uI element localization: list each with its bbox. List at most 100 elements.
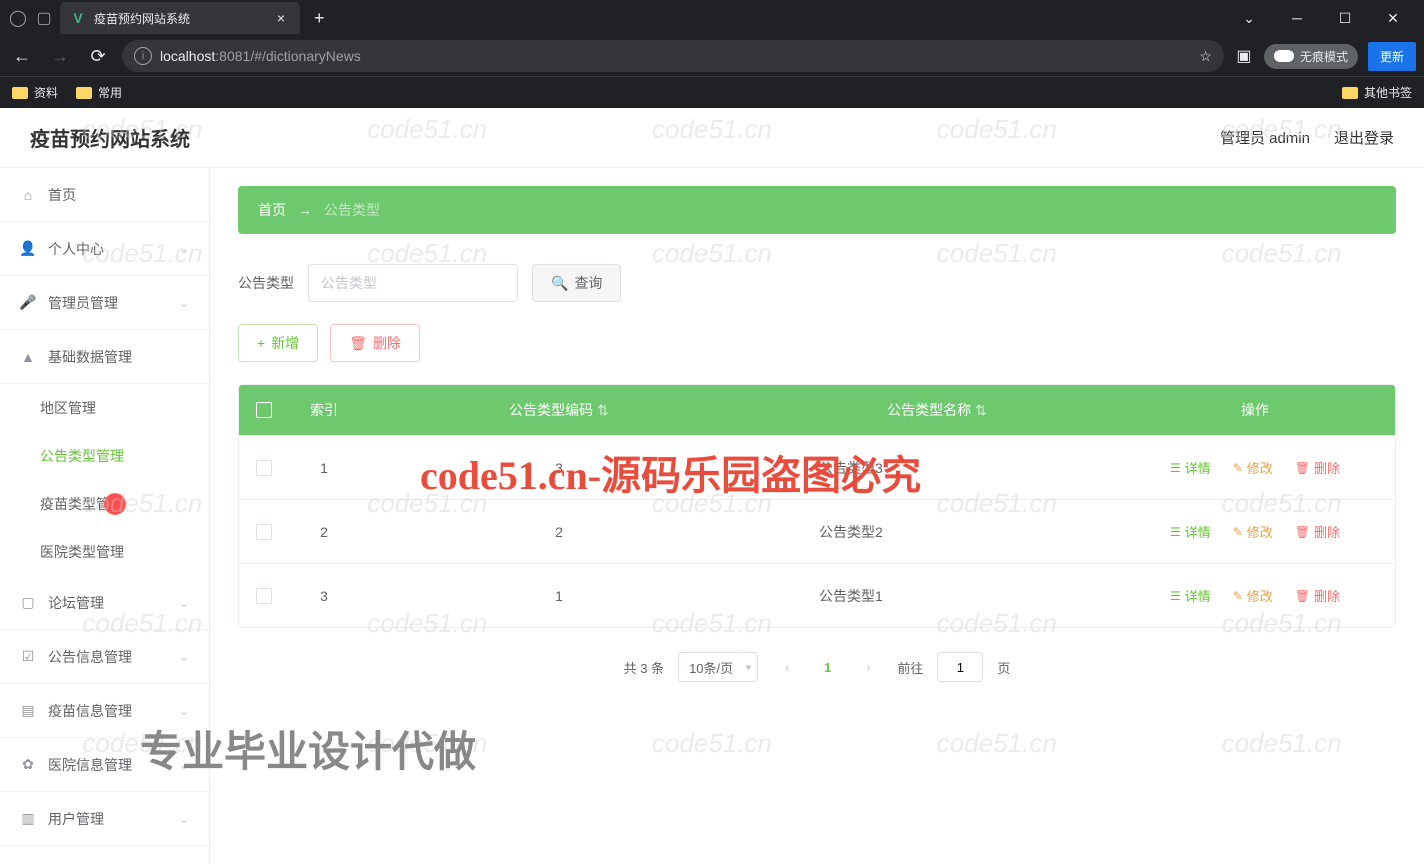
search-label: 公告类型: [238, 273, 294, 293]
goto-page-input[interactable]: [937, 652, 983, 682]
row-delete-button[interactable]: 🗑删除: [1295, 522, 1340, 541]
row-edit-button[interactable]: ✎修改: [1233, 586, 1273, 605]
nav-forward-icon[interactable]: →: [46, 42, 74, 70]
update-button[interactable]: 更新: [1368, 42, 1416, 71]
breadcrumb-home[interactable]: 首页: [258, 200, 286, 220]
sidebar-item-vaccine-info[interactable]: ▤疫苗信息管理⌄: [0, 684, 209, 738]
address-bar[interactable]: i localhost:8081/#/dictionaryNews ☆: [122, 40, 1224, 72]
next-page-button[interactable]: ›: [853, 652, 883, 682]
cell-code: 3: [359, 460, 759, 476]
row-checkbox[interactable]: [256, 588, 272, 604]
row-checkbox[interactable]: [256, 460, 272, 476]
extensions-icon[interactable]: ▣: [1234, 46, 1254, 66]
nav-bar: ← → ⟳ i localhost:8081/#/dictionaryNews …: [0, 36, 1424, 76]
row-edit-button[interactable]: ✎修改: [1233, 458, 1273, 477]
logout-link[interactable]: 退出登录: [1334, 127, 1394, 148]
add-button[interactable]: +新增: [238, 324, 318, 362]
th-code[interactable]: 公告类型编码 ⇅: [359, 400, 759, 420]
window-minimize-icon[interactable]: ─: [1274, 2, 1320, 34]
window-dropdown-icon[interactable]: ⌄: [1226, 2, 1272, 34]
cell-name: 公告类型1: [759, 586, 1115, 606]
search-input[interactable]: [308, 264, 518, 302]
pagination: 共 3 条 10条/页 ‹ 1 › 前往 页: [238, 652, 1396, 682]
browser-tab[interactable]: V 疫苗预约网站系统 ×: [60, 2, 300, 34]
sidebar-item-hospital-type[interactable]: 医院类型管理: [0, 528, 209, 576]
breadcrumb: 首页 → 公告类型: [238, 186, 1396, 234]
sidebar-item-home[interactable]: ⌂首页: [0, 168, 209, 222]
delete-button[interactable]: 🗑删除: [330, 324, 420, 362]
row-edit-button[interactable]: ✎修改: [1233, 522, 1273, 541]
sidebar-item-personal[interactable]: 👤个人中心⌄: [0, 222, 209, 276]
tab-title: 疫苗预约网站系统: [94, 10, 190, 27]
bookmark-folder-1[interactable]: 资料: [12, 84, 58, 101]
blank-tab-icon[interactable]: ▢: [34, 8, 54, 28]
select-all-checkbox[interactable]: [256, 402, 272, 418]
goto-suffix: 页: [997, 658, 1010, 677]
sidebar-item-label: 疫苗信息管理: [48, 701, 132, 721]
cell-code: 2: [359, 524, 759, 540]
sidebar-item-label: 用户管理: [48, 809, 104, 829]
sidebar-item-region[interactable]: 地区管理: [0, 384, 209, 432]
row-delete-button[interactable]: 🗑删除: [1295, 586, 1340, 605]
tab-close-icon[interactable]: ×: [272, 10, 290, 26]
sidebar-item-notice-info[interactable]: ☑公告信息管理⌄: [0, 630, 209, 684]
app-root: code51.cncode51.cncode51.cncode51.cncode…: [0, 108, 1424, 864]
table-row: 2 2 公告类型2 ☰详情 ✎修改 🗑删除: [239, 499, 1395, 563]
row-detail-button[interactable]: ☰详情: [1170, 586, 1211, 605]
bookmark-label: 常用: [98, 84, 122, 101]
detail-icon: ☰: [1170, 589, 1181, 603]
sidebar-item-forum[interactable]: ▢论坛管理⌄: [0, 576, 209, 630]
users-icon: ▥: [20, 811, 36, 827]
window-close-icon[interactable]: ✕: [1370, 2, 1416, 34]
chevron-down-icon: ⌄: [179, 650, 189, 664]
edit-icon: ✎: [1233, 461, 1243, 475]
row-detail-button[interactable]: ☰详情: [1170, 458, 1211, 477]
bookmark-star-icon[interactable]: ☆: [1199, 48, 1212, 65]
sidebar-item-hospital-info[interactable]: ✿医院信息管理⌄: [0, 738, 209, 792]
chevron-down-icon: ⌄: [179, 758, 189, 772]
search-button-label: 查询: [574, 273, 602, 293]
new-tab-button[interactable]: +: [306, 8, 333, 29]
page-size-select[interactable]: 10条/页: [678, 652, 758, 682]
page-info-icon[interactable]: ◯: [8, 8, 28, 28]
delete-icon: 🗑: [1295, 461, 1310, 475]
sidebar-item-label: 管理员管理: [48, 293, 118, 313]
table-header: 索引 公告类型编码 ⇅ 公告类型名称 ⇅ 操作: [239, 385, 1395, 435]
check-icon: ☑: [20, 649, 36, 665]
window-maximize-icon[interactable]: ☐: [1322, 2, 1368, 34]
incognito-label: 无痕模式: [1300, 48, 1348, 65]
mic-icon: 🎤: [20, 295, 36, 311]
action-row: +新增 🗑删除: [238, 324, 1396, 362]
forum-icon: ▢: [20, 595, 36, 611]
incognito-icon: [1274, 50, 1294, 62]
cell-index: 2: [289, 524, 359, 540]
breadcrumb-current: 公告类型: [324, 200, 380, 220]
row-checkbox[interactable]: [256, 524, 272, 540]
app-title: 疫苗预约网站系统: [30, 123, 190, 152]
goto-prefix: 前往: [897, 658, 923, 677]
row-detail-button[interactable]: ☰详情: [1170, 522, 1211, 541]
sidebar-item-vaccine-type[interactable]: 疫苗类型管理: [0, 480, 209, 528]
sidebar-item-label: 首页: [48, 185, 76, 205]
chevron-down-icon: ⌄: [179, 596, 189, 610]
sidebar-item-admin[interactable]: 🎤管理员管理⌄: [0, 276, 209, 330]
site-info-icon[interactable]: i: [134, 47, 152, 65]
prev-page-button[interactable]: ‹: [772, 652, 802, 682]
sidebar-item-basedata[interactable]: ▲基础数据管理: [0, 330, 209, 384]
sidebar-item-user-mgmt[interactable]: ▥ 用户管理 ⌄: [0, 792, 209, 846]
th-name[interactable]: 公告类型名称 ⇅: [759, 400, 1115, 420]
sidebar: ⌂首页 👤个人中心⌄ 🎤 管理员管理 ⌄ ▲基础数据管理 地区管理 公告类型管理 疫…: [0, 168, 210, 864]
search-button[interactable]: 🔍查询: [532, 264, 621, 302]
user-info: 管理员 admin: [1220, 127, 1310, 148]
sidebar-item-notice-type[interactable]: 公告类型管理: [0, 432, 209, 480]
current-page[interactable]: 1: [816, 660, 839, 675]
detail-icon: ☰: [1170, 461, 1181, 475]
row-delete-button[interactable]: 🗑删除: [1295, 458, 1340, 477]
bookmark-folder-other[interactable]: 其他书签: [1342, 84, 1412, 101]
bookmark-bar: 资料 常用 其他书签: [0, 76, 1424, 108]
nav-back-icon[interactable]: ←: [8, 42, 36, 70]
bookmark-folder-2[interactable]: 常用: [76, 84, 122, 101]
chevron-down-icon: ⌄: [179, 812, 189, 826]
main-content: 首页 → 公告类型 公告类型 🔍查询 +新增 🗑删除 索引 公告类型编码 ⇅ 公…: [210, 168, 1424, 864]
nav-reload-icon[interactable]: ⟳: [84, 42, 112, 70]
